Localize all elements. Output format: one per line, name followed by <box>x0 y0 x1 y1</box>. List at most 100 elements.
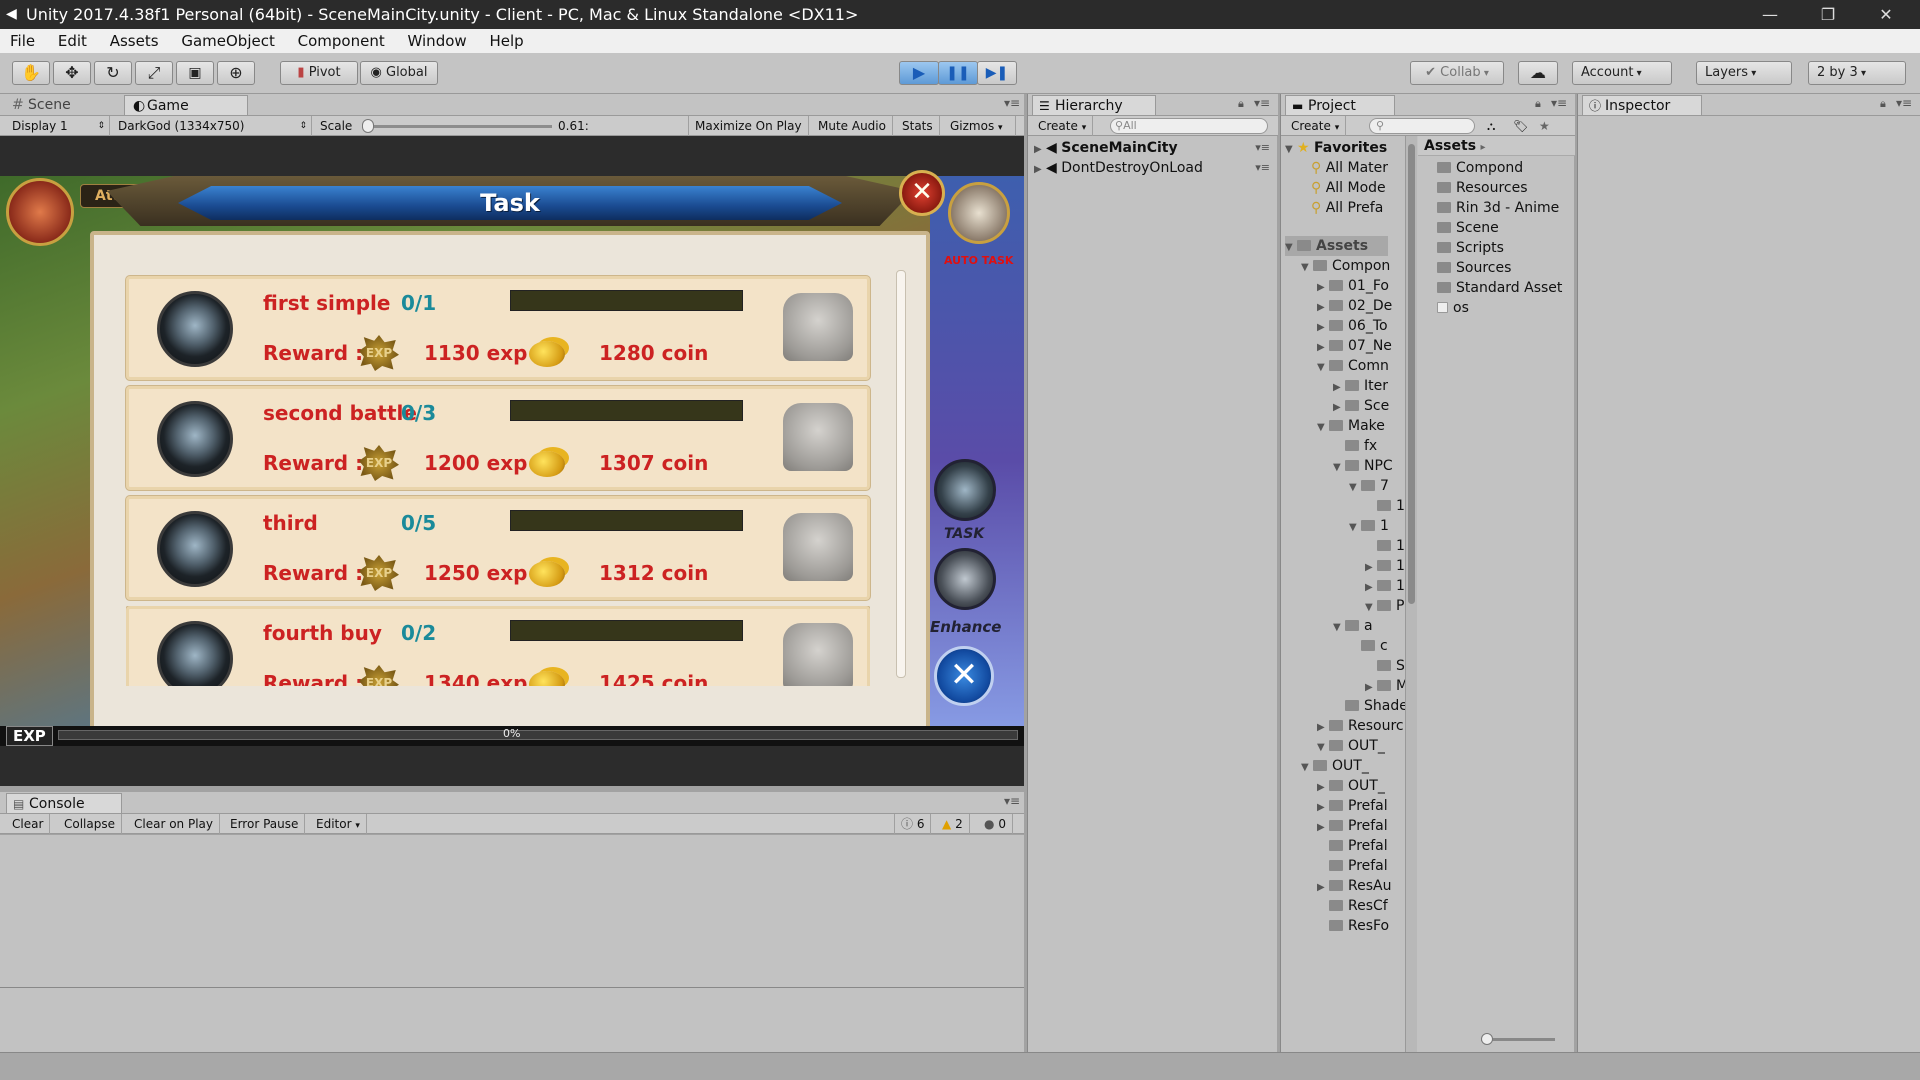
scale-slider-thumb[interactable] <box>362 119 374 133</box>
collapse-arrow-icon[interactable]: ▼ <box>1365 598 1377 618</box>
hierarchy-item-scene[interactable]: ▶ ◀ SceneMainCity ▾≡ <box>1034 138 1274 158</box>
task-row[interactable]: second battle 0/3 Reward : EXP 1200 exp … <box>126 386 870 490</box>
asset-tree-item[interactable]: ▼ NPC <box>1285 456 1409 476</box>
breadcrumb-assets[interactable]: Assets <box>1424 138 1476 154</box>
rotate-tool-icon[interactable]: ↻ <box>94 61 132 85</box>
task-row[interactable]: third 0/5 Reward : EXP 1250 exp 1312 coi… <box>126 496 870 600</box>
account-dropdown[interactable]: Account <box>1572 61 1672 85</box>
project-tree-scrollbar[interactable] <box>1405 136 1417 1052</box>
step-button[interactable]: ▶❚ <box>977 61 1017 85</box>
asset-tree-item[interactable]: ▶ Sce <box>1285 396 1409 416</box>
tab-hierarchy[interactable]: ☰ Hierarchy <box>1032 95 1156 115</box>
maximize-on-play-toggle[interactable]: Maximize On Play <box>688 116 809 136</box>
layout-dropdown[interactable]: 2 by 3 <box>1808 61 1906 85</box>
asset-tree-item[interactable]: fx <box>1285 436 1409 456</box>
asset-tree-item[interactable]: ResFo <box>1285 916 1409 936</box>
hierarchy-lock-icon[interactable]: 🔒︎ <box>1238 97 1244 111</box>
menu-edit[interactable]: Edit <box>58 32 87 50</box>
rect-tool-icon[interactable]: ▣ <box>176 61 214 85</box>
assets-root[interactable]: ▼ Assets <box>1285 236 1389 256</box>
hierarchy-create-dropdown[interactable]: Create ▾ <box>1032 116 1094 136</box>
collab-dropdown[interactable]: ✔ Collab <box>1410 61 1504 85</box>
player-avatar[interactable] <box>6 178 74 246</box>
collapse-arrow-icon[interactable]: ▼ <box>1333 458 1345 478</box>
asset-tree-item[interactable]: ▶ ResAu <box>1285 876 1409 896</box>
asset-tree-item[interactable]: ▶ 06_To <box>1285 316 1409 336</box>
cloud-icon[interactable]: ☁ <box>1518 61 1558 85</box>
collapse-arrow-icon[interactable]: ▼ <box>1317 358 1329 378</box>
minimize-icon[interactable]: — <box>1744 0 1796 29</box>
expand-arrow-icon[interactable]: ▶ <box>1365 678 1377 698</box>
display-dropdown[interactable]: Display 1 ⇕ <box>6 116 110 136</box>
asset-tree-item[interactable]: ▶ Resourc <box>1285 716 1409 736</box>
filter-label-icon[interactable]: 🏷︎ <box>1513 116 1528 136</box>
console-editor-dropdown[interactable]: Editor ▾ <box>310 814 367 834</box>
project-lock-icon[interactable]: 🔒︎ <box>1535 97 1541 111</box>
expand-arrow-icon[interactable]: ▶ <box>1317 718 1329 738</box>
asset-tree-item[interactable]: ResCf <box>1285 896 1409 916</box>
asset-tree-item[interactable]: ▶ Prefal <box>1285 796 1409 816</box>
transform-tool-icon[interactable]: ⊕ <box>217 61 255 85</box>
asset-tree-item[interactable]: ▼ Compon <box>1285 256 1409 276</box>
console-clear-button[interactable]: Clear <box>6 814 51 834</box>
inspector-lock-icon[interactable]: 🔒︎ <box>1880 97 1886 111</box>
asset-tree-item[interactable]: ▼ OUT_ <box>1285 756 1409 776</box>
scale-tool-icon[interactable]: ⤢ <box>135 61 173 85</box>
expand-arrow-icon[interactable]: ▶ <box>1317 778 1329 798</box>
project-create-dropdown[interactable]: Create ▾ <box>1285 116 1347 136</box>
move-tool-icon[interactable]: ✥ <box>53 61 91 85</box>
expand-arrow-icon[interactable]: ▶ <box>1317 878 1329 898</box>
collapse-arrow-icon[interactable]: ▼ <box>1317 738 1329 758</box>
asset-tree-item[interactable]: ▶ 01_Fo <box>1285 276 1409 296</box>
pivot-toggle[interactable]: ▮ Pivot <box>280 61 358 85</box>
asset-folder[interactable]: Compond <box>1437 158 1562 178</box>
asset-file[interactable]: os <box>1437 298 1562 318</box>
asset-tree-item[interactable]: ▼ 1 <box>1285 516 1409 536</box>
asset-folder[interactable]: Sources <box>1437 258 1562 278</box>
console-error-pause-toggle[interactable]: Error Pause <box>224 814 306 834</box>
asset-tree-item[interactable]: ▼Pla <box>1285 596 1409 616</box>
task-side-button[interactable] <box>934 459 996 521</box>
console-error-toggle[interactable]: ● 0 <box>978 814 1013 834</box>
stats-toggle[interactable]: Stats <box>896 116 940 136</box>
menu-help[interactable]: Help <box>489 32 523 50</box>
asset-tree-item[interactable]: ▶Make <box>1285 676 1409 696</box>
console-collapse-toggle[interactable]: Collapse <box>58 814 122 834</box>
console-clear-on-play-toggle[interactable]: Clear on Play <box>128 814 220 834</box>
expand-arrow-icon[interactable]: ▶ <box>1333 378 1345 398</box>
treasure-chest-icon[interactable] <box>783 403 853 471</box>
item-menu-icon[interactable]: ▾≡ <box>1255 158 1270 178</box>
asset-tree-item[interactable]: ▼ 7 <box>1285 476 1409 496</box>
play-button[interactable]: ▶ <box>899 61 939 85</box>
panel-menu-icon[interactable]: ▾≡ <box>1004 96 1020 110</box>
enhance-side-button[interactable] <box>934 548 996 610</box>
menu-file[interactable]: File <box>10 32 35 50</box>
global-toggle[interactable]: ◉ Global <box>360 61 438 85</box>
task-row[interactable]: first simple 0/1 Reward : EXP 1130 exp 1… <box>126 276 870 380</box>
favorite-item[interactable]: ⚲ All Mater <box>1285 158 1388 178</box>
asset-tree-item[interactable]: ▼ Make <box>1285 416 1409 436</box>
asset-tree-item[interactable]: ▶ OUT_ <box>1285 776 1409 796</box>
collapse-arrow-icon[interactable]: ▼ <box>1301 258 1313 278</box>
asset-tree-item[interactable]: ▶ 1 <box>1285 556 1409 576</box>
console-menu-icon[interactable]: ▾≡ <box>1004 794 1020 808</box>
tab-game[interactable]: ◐ Game <box>124 95 248 115</box>
asset-tree-item[interactable]: ▶ 07_Ne <box>1285 336 1409 356</box>
item-menu-icon[interactable]: ▾≡ <box>1255 138 1270 158</box>
tab-inspector[interactable]: ⓘ Inspector <box>1582 95 1702 115</box>
asset-folder[interactable]: Resources <box>1437 178 1562 198</box>
asset-tree-item[interactable]: ▼ Comn <box>1285 356 1409 376</box>
collapse-arrow-icon[interactable]: ▼ <box>1349 478 1361 498</box>
game-view[interactable]: Attack 50 AUTO TASK TASK Enhance ✕ Task … <box>0 136 1024 786</box>
project-tree-scroll-thumb[interactable] <box>1408 144 1415 604</box>
asset-folder[interactable]: Rin 3d - Anime <box>1437 198 1562 218</box>
favorite-item[interactable]: ⚲ All Mode <box>1285 178 1388 198</box>
hierarchy-item-dontdestroy[interactable]: ▶ ◀ DontDestroyOnLoad ▾≡ <box>1034 158 1274 178</box>
npc-portrait[interactable] <box>948 182 1010 244</box>
expand-arrow-icon[interactable]: ▶ <box>1317 298 1329 318</box>
tab-scene[interactable]: # Scene <box>6 95 116 115</box>
expand-arrow-icon[interactable]: ▶ <box>1317 798 1329 818</box>
expand-arrow-icon[interactable]: ▶ <box>1317 318 1329 338</box>
hand-tool-icon[interactable]: ✋ <box>12 61 50 85</box>
expand-arrow-icon[interactable]: ▶ <box>1317 338 1329 358</box>
